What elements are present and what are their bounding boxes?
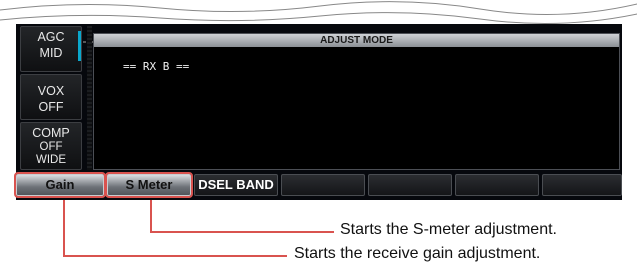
agc-label: AGC [37,30,65,44]
radio-display: AGC MID VOX OFF COMP OFF WIDE ADJUST MOD… [14,24,622,200]
function-key-5[interactable] [368,174,452,196]
s-meter-button[interactable]: S Meter [105,172,193,198]
torn-edge [0,1,637,24]
comp-button[interactable]: COMP OFF WIDE [20,122,82,170]
panel-title: ADJUST MODE [94,34,619,47]
side-scrollbar[interactable] [87,26,92,170]
adjust-mode-panel: ADJUST MODE == RX B == [93,33,620,170]
s-meter-leader-horizontal [150,231,334,233]
comp-value: OFF [39,141,63,153]
gain-button[interactable]: Gain [14,172,106,198]
s-meter-callout: Starts the S-meter adjustment. [340,221,557,238]
agc-active-indicator [78,31,81,61]
gain-callout: Starts the receive gain adjustment. [294,245,541,262]
function-key-4[interactable] [281,174,365,196]
comp-label: COMP [32,126,70,140]
function-key-7[interactable] [542,174,622,196]
agc-value: MID [39,46,63,60]
dsel-band-button[interactable]: DSEL BAND [194,174,278,196]
panel-status-text: == RX B == [123,60,190,73]
gain-leader-vertical [63,200,65,256]
gain-leader-horizontal [63,255,287,257]
agc-button[interactable]: AGC MID [20,26,82,72]
vox-value: OFF [38,100,64,114]
comp-width: WIDE [35,154,67,166]
s-meter-leader-vertical [150,200,152,232]
function-key-bar: Gain S Meter DSEL BAND [14,172,622,198]
vox-button[interactable]: VOX OFF [20,74,82,120]
vox-label: VOX [37,84,65,98]
function-key-6[interactable] [455,174,539,196]
